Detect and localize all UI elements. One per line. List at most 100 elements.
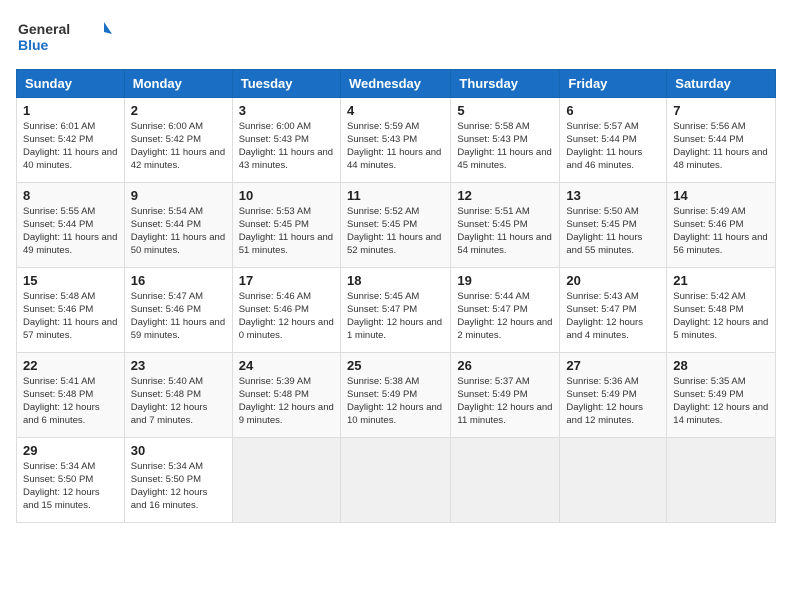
day-info: Sunrise: 5:37 AMSunset: 5:49 PMDaylight:… [457,375,553,428]
day-number: 26 [457,358,553,373]
day-info: Sunrise: 5:35 AMSunset: 5:49 PMDaylight:… [673,375,769,428]
day-number: 17 [239,273,334,288]
logo-graphic: General Blue [16,16,116,61]
calendar-cell: 8 Sunrise: 5:55 AMSunset: 5:44 PMDaylight… [17,182,125,267]
day-info: Sunrise: 5:40 AMSunset: 5:48 PMDaylight:… [131,375,226,428]
day-info: Sunrise: 5:55 AMSunset: 5:44 PMDaylight:… [23,205,118,258]
calendar-cell: 13Sunrise: 5:50 AMSunset: 5:45 PMDayligh… [560,182,667,267]
calendar-cell: 17Sunrise: 5:46 AMSunset: 5:46 PMDayligh… [232,267,340,352]
calendar-cell: 2 Sunrise: 6:00 AMSunset: 5:42 PMDaylight… [124,97,232,182]
calendar-cell: 22 Sunrise: 5:41 AMSunset: 5:48 PMDayligh… [17,352,125,437]
day-number: 5 [457,103,553,118]
header-saturday: Saturday [667,69,776,97]
header-monday: Monday [124,69,232,97]
header-thursday: Thursday [451,69,560,97]
calendar-header-row: SundayMondayTuesdayWednesdayThursdayFrid… [17,69,776,97]
day-number: 24 [239,358,334,373]
day-number: 1 [23,103,118,118]
week-row-2: 8 Sunrise: 5:55 AMSunset: 5:44 PMDaylight… [17,182,776,267]
day-number: 7 [673,103,769,118]
header-tuesday: Tuesday [232,69,340,97]
day-info: Sunrise: 5:48 AMSunset: 5:46 PMDaylight:… [23,290,118,343]
week-row-5: 29 Sunrise: 5:34 AMSunset: 5:50 PMDayligh… [17,437,776,522]
day-info: Sunrise: 6:01 AMSunset: 5:42 PMDaylight:… [23,120,118,173]
day-number: 21 [673,273,769,288]
calendar-cell [232,437,340,522]
day-number: 27 [566,358,660,373]
day-info: Sunrise: 5:57 AMSunset: 5:44 PMDaylight:… [566,120,660,173]
calendar-cell: 30 Sunrise: 5:34 AMSunset: 5:50 PMDayligh… [124,437,232,522]
calendar-cell: 20 Sunrise: 5:43 AMSunset: 5:47 PMDayligh… [560,267,667,352]
day-info: Sunrise: 5:44 AMSunset: 5:47 PMDaylight:… [457,290,553,343]
day-number: 18 [347,273,444,288]
day-number: 20 [566,273,660,288]
calendar-cell: 28 Sunrise: 5:35 AMSunset: 5:49 PMDayligh… [667,352,776,437]
calendar-cell: 14 Sunrise: 5:49 AMSunset: 5:46 PMDayligh… [667,182,776,267]
calendar-cell [451,437,560,522]
header-friday: Friday [560,69,667,97]
day-info: Sunrise: 5:49 AMSunset: 5:46 PMDaylight:… [673,205,769,258]
day-number: 11 [347,188,444,203]
calendar-cell: 1 Sunrise: 6:01 AMSunset: 5:42 PMDaylight… [17,97,125,182]
day-number: 25 [347,358,444,373]
calendar-cell: 3 Sunrise: 6:00 AMSunset: 5:43 PMDaylight… [232,97,340,182]
day-number: 3 [239,103,334,118]
day-number: 14 [673,188,769,203]
day-info: Sunrise: 5:50 AMSunset: 5:45 PMDaylight:… [566,205,660,258]
calendar-cell: 24 Sunrise: 5:39 AMSunset: 5:48 PMDayligh… [232,352,340,437]
calendar-cell: 12 Sunrise: 5:51 AMSunset: 5:45 PMDayligh… [451,182,560,267]
calendar-cell: 27 Sunrise: 5:36 AMSunset: 5:49 PMDayligh… [560,352,667,437]
calendar-cell: 15 Sunrise: 5:48 AMSunset: 5:46 PMDayligh… [17,267,125,352]
day-info: Sunrise: 5:36 AMSunset: 5:49 PMDaylight:… [566,375,660,428]
calendar-cell: 18 Sunrise: 5:45 AMSunset: 5:47 PMDayligh… [340,267,450,352]
calendar-cell [560,437,667,522]
day-number: 2 [131,103,226,118]
calendar-cell [340,437,450,522]
day-info: Sunrise: 5:39 AMSunset: 5:48 PMDaylight:… [239,375,334,428]
day-info: Sunrise: 5:43 AMSunset: 5:47 PMDaylight:… [566,290,660,343]
day-info: Sunrise: 5:53 AMSunset: 5:45 PMDaylight:… [239,205,334,258]
day-info: Sunrise: 6:00 AMSunset: 5:43 PMDaylight:… [239,120,334,173]
calendar-cell: 29 Sunrise: 5:34 AMSunset: 5:50 PMDayligh… [17,437,125,522]
day-info: Sunrise: 5:54 AMSunset: 5:44 PMDaylight:… [131,205,226,258]
svg-text:Blue: Blue [18,37,49,53]
calendar-cell: 26 Sunrise: 5:37 AMSunset: 5:49 PMDayligh… [451,352,560,437]
calendar-cell: 6Sunrise: 5:57 AMSunset: 5:44 PMDaylight… [560,97,667,182]
day-number: 30 [131,443,226,458]
calendar-cell: 19 Sunrise: 5:44 AMSunset: 5:47 PMDayligh… [451,267,560,352]
calendar-cell: 7 Sunrise: 5:56 AMSunset: 5:44 PMDaylight… [667,97,776,182]
calendar-cell: 11 Sunrise: 5:52 AMSunset: 5:45 PMDayligh… [340,182,450,267]
day-info: Sunrise: 5:58 AMSunset: 5:43 PMDaylight:… [457,120,553,173]
calendar-cell: 23 Sunrise: 5:40 AMSunset: 5:48 PMDayligh… [124,352,232,437]
calendar-cell: 10 Sunrise: 5:53 AMSunset: 5:45 PMDayligh… [232,182,340,267]
day-info: Sunrise: 5:38 AMSunset: 5:49 PMDaylight:… [347,375,444,428]
day-number: 10 [239,188,334,203]
day-number: 9 [131,188,226,203]
day-number: 19 [457,273,553,288]
day-info: Sunrise: 5:34 AMSunset: 5:50 PMDaylight:… [23,460,118,513]
header-sunday: Sunday [17,69,125,97]
day-info: Sunrise: 5:59 AMSunset: 5:43 PMDaylight:… [347,120,444,173]
day-info: Sunrise: 5:56 AMSunset: 5:44 PMDaylight:… [673,120,769,173]
day-info: Sunrise: 5:52 AMSunset: 5:45 PMDaylight:… [347,205,444,258]
week-row-1: 1 Sunrise: 6:01 AMSunset: 5:42 PMDaylight… [17,97,776,182]
day-info: Sunrise: 5:51 AMSunset: 5:45 PMDaylight:… [457,205,553,258]
calendar-cell: 9 Sunrise: 5:54 AMSunset: 5:44 PMDaylight… [124,182,232,267]
day-number: 12 [457,188,553,203]
day-number: 23 [131,358,226,373]
day-info: Sunrise: 5:45 AMSunset: 5:47 PMDaylight:… [347,290,444,343]
calendar-cell: 16Sunrise: 5:47 AMSunset: 5:46 PMDayligh… [124,267,232,352]
day-number: 8 [23,188,118,203]
day-number: 29 [23,443,118,458]
day-info: Sunrise: 5:34 AMSunset: 5:50 PMDaylight:… [131,460,226,513]
day-info: Sunrise: 5:42 AMSunset: 5:48 PMDaylight:… [673,290,769,343]
day-info: Sunrise: 6:00 AMSunset: 5:42 PMDaylight:… [131,120,226,173]
day-number: 22 [23,358,118,373]
day-info: Sunrise: 5:41 AMSunset: 5:48 PMDaylight:… [23,375,118,428]
calendar-cell: 21 Sunrise: 5:42 AMSunset: 5:48 PMDayligh… [667,267,776,352]
day-number: 15 [23,273,118,288]
header-wednesday: Wednesday [340,69,450,97]
calendar-cell: 25 Sunrise: 5:38 AMSunset: 5:49 PMDayligh… [340,352,450,437]
day-number: 28 [673,358,769,373]
svg-text:General: General [18,21,70,37]
